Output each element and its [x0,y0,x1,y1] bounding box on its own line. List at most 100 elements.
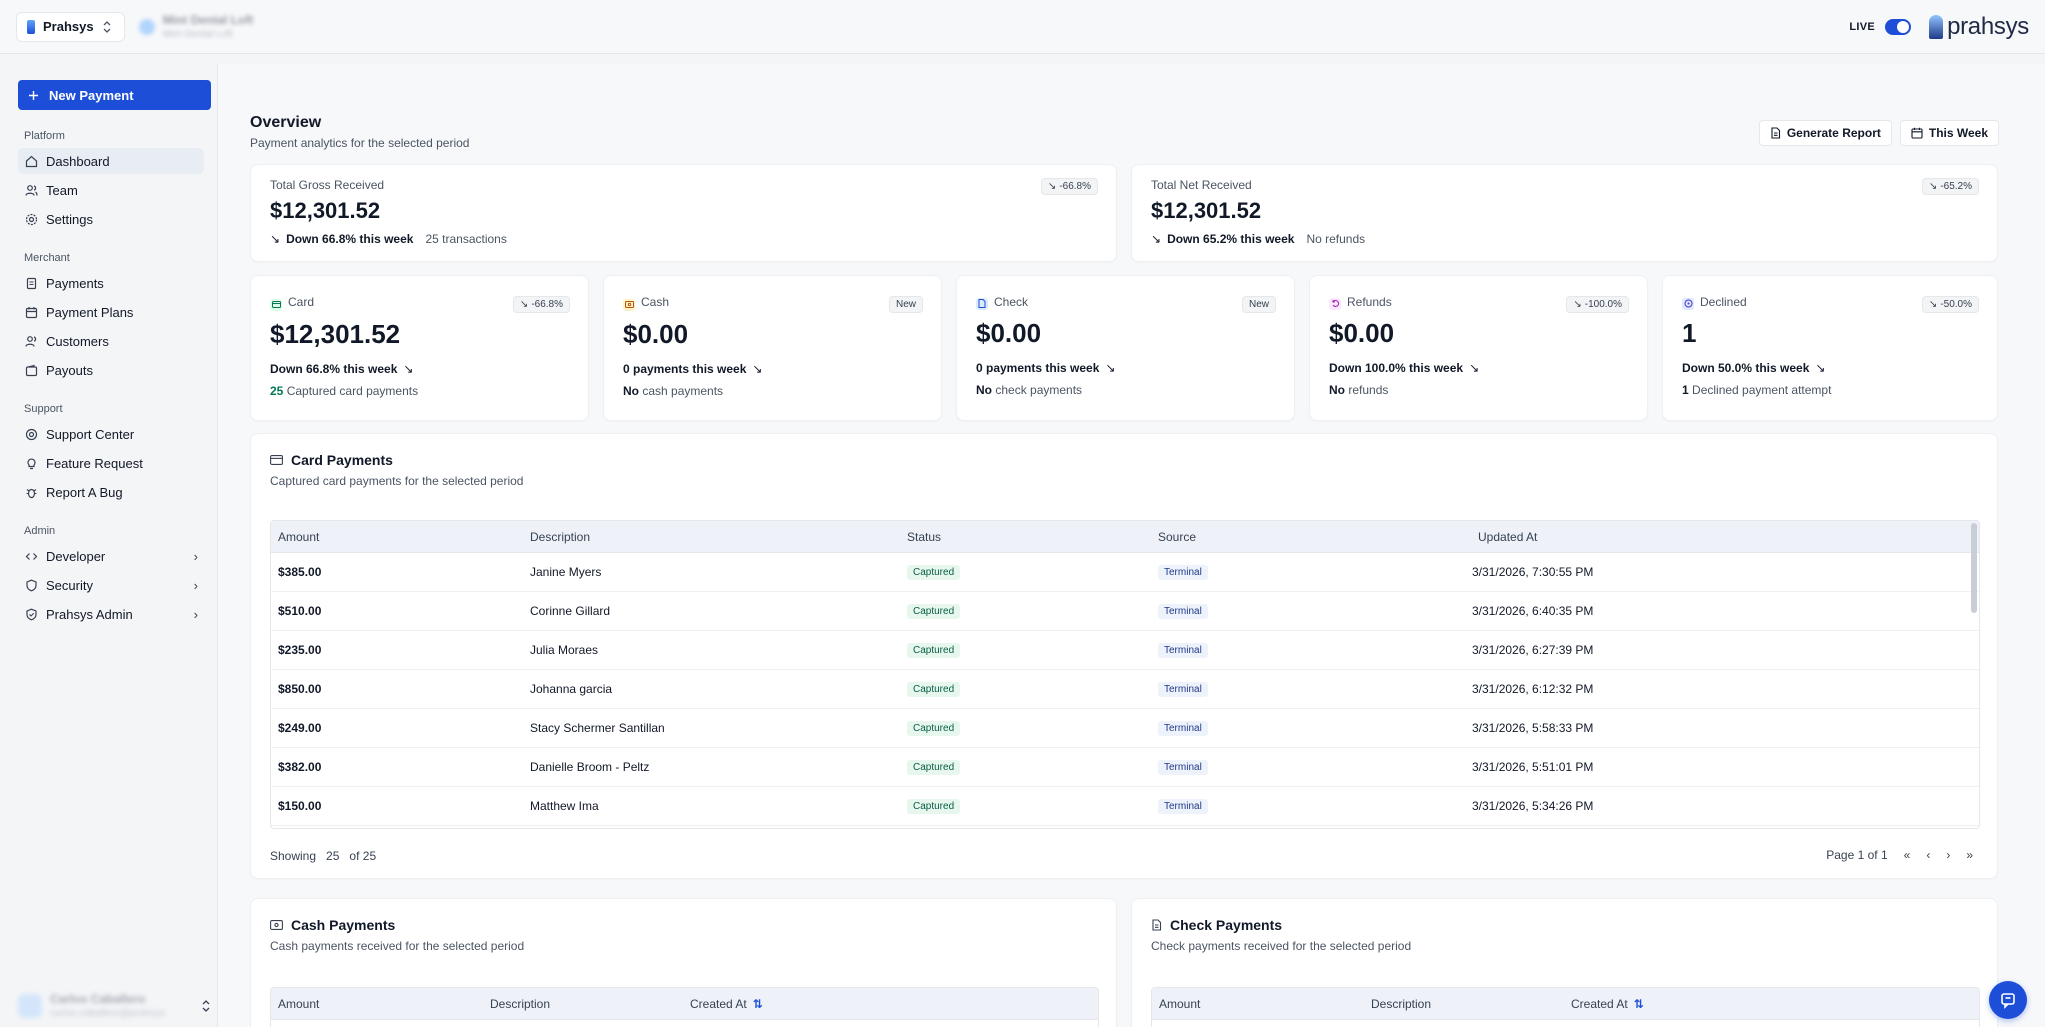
chat-button[interactable] [1989,981,2027,1019]
trend-down-icon: ↘ [1928,299,1938,310]
credit-card-icon [270,455,283,465]
stat-value: $0.00 [623,318,689,349]
home-icon [24,154,38,168]
next-page-button[interactable]: › [1946,848,1950,862]
table-row[interactable]: $249.00 Stacy Schermer Santillan Capture… [271,709,1979,748]
location-switcher[interactable]: Mint Dental Loft Mint Dental Loft [138,13,254,40]
source-badge: Terminal [1158,682,1208,697]
stat-note: Declined payment attempt [1692,382,1832,397]
credit-card-icon [270,298,282,311]
sidebar-item-payment-plans[interactable]: Payment Plans [18,299,204,325]
calendar-icon [24,305,38,319]
first-page-button[interactable]: « [1904,848,1911,862]
stat-label: Declined [1700,295,1747,309]
sidebar-item-developer[interactable]: Developer › [18,543,204,569]
sidebar-item-label: Dashboard [46,153,110,169]
showing-prefix: Showing [270,849,317,863]
column-amount[interactable]: Amount [1152,997,1364,1011]
cash-payments-table: Amount Description Created At ⇅ [270,987,1099,1027]
column-description[interactable]: Description [523,530,900,544]
stat-count: 25 [270,383,284,398]
column-status[interactable]: Status [900,530,1151,544]
user-menu[interactable]: Carlos Caballero carlos.caballero@prahsy… [18,992,211,1019]
last-page-button[interactable]: » [1966,848,1973,862]
new-payment-button[interactable]: New Payment [18,80,211,110]
stat-note-strong: No [1329,382,1345,397]
stat-value: $12,301.52 [1151,198,1262,223]
sidebar-item-feature-request[interactable]: Feature Request [18,450,204,476]
brand-text: prahsys [1947,12,2029,40]
sidebar-item-customers[interactable]: Customers [18,328,204,354]
sort-icon[interactable]: ⇅ [1634,997,1644,1011]
total-net-card: Total Net Received $12,301.52 ↘ -65.2% ↘ … [1131,164,1998,262]
page-label: Page 1 of 1 [1826,848,1888,862]
table-row[interactable]: $510.00 Corinne Gillard Captured Termina… [271,592,1979,631]
sidebar-item-team[interactable]: Team [18,177,204,203]
sidebar-item-label: Payment Plans [46,304,134,320]
location-name: Mint Dental Loft [162,13,254,27]
column-amount[interactable]: Amount [271,530,523,544]
card-payments-table: Amount Description Status Source Updated… [270,520,1980,829]
code-icon [24,549,38,563]
stat-label: Cash [641,295,670,309]
column-source[interactable]: Source [1151,530,1471,544]
table-row[interactable]: $235.00 Julia Moraes Captured Terminal 3… [271,631,1979,670]
source-badge: Terminal [1158,565,1208,580]
change-value: -100.0% [1584,299,1622,310]
prev-page-button[interactable]: ‹ [1926,848,1930,862]
trend-down-icon: ↘ [1105,360,1116,375]
stat-label: Check [994,295,1029,309]
source-badge: Terminal [1158,721,1208,736]
org-switcher[interactable]: Prahsys [16,11,125,42]
column-created-at[interactable]: Created At ⇅ [1564,997,1764,1011]
stat-note: Captured card payments [286,383,419,398]
sort-icon[interactable]: ⇅ [753,997,763,1011]
shield-check-icon [24,607,38,621]
period-label: This Week [1928,126,1988,140]
badge-text: New [1248,299,1269,310]
table-row[interactable]: $150.00 Matthew Ima Captured Terminal 3/… [271,787,1979,826]
column-description[interactable]: Description [483,997,683,1011]
plus-icon [29,90,38,100]
sidebar-item-report-bug[interactable]: Report A Bug [18,479,204,505]
sidebar-item-payments[interactable]: Payments [18,270,204,296]
sidebar-item-dashboard[interactable]: Dashboard [18,148,204,174]
users-icon [24,183,38,197]
column-label: Created At [1571,996,1628,1011]
live-toggle[interactable] [1885,18,1912,35]
sidebar-item-settings[interactable]: Settings [18,206,204,232]
cash-stat-card: Cash $0.00 New 0 payments this week ↘ No … [603,275,942,421]
column-updated-at[interactable]: Updated At [1471,530,1771,544]
sidebar-item-security[interactable]: Security › [18,572,204,598]
updated-cell: 3/31/2026, 6:40:35 PM [1472,604,1594,618]
sidebar-item-label: Settings [46,211,93,227]
stat-note: cash payments [642,383,724,398]
sidebar-item-prahsys-admin[interactable]: Prahsys Admin › [18,601,204,627]
column-description[interactable]: Description [1364,997,1564,1011]
shield-icon [24,578,38,592]
card-stat-card: Card $12,301.52 ↘ -66.8% Down 66.8% this … [250,275,589,421]
section-support: Support [24,403,63,415]
users-icon [24,334,38,348]
table-row[interactable]: $385.00 Janine Myers Captured Terminal 3… [271,553,1979,592]
change-value: -50.0% [1940,299,1972,310]
sidebar-item-support-center[interactable]: Support Center [18,421,204,447]
trend-text: 0 payments this week [976,360,1100,375]
table-scrollbar[interactable] [1971,523,1977,613]
gear-icon [24,212,38,226]
period-select[interactable]: This Week [1899,120,1999,146]
calendar-icon [1911,127,1923,139]
description-cell: Stacy Schermer Santillan [530,721,665,735]
sidebar-item-payouts[interactable]: Payouts [18,357,204,383]
source-badge: Terminal [1158,643,1208,658]
column-amount[interactable]: Amount [271,997,483,1011]
table-row[interactable]: $850.00 Johanna garcia Captured Terminal… [271,670,1979,709]
description-cell: Julia Moraes [530,643,599,657]
sidebar-item-label: Developer [46,548,106,564]
user-email: carlos.caballero@prahsys [50,1008,166,1019]
column-created-at[interactable]: Created At ⇅ [683,997,883,1011]
table-body: $385.00 Janine Myers Captured Terminal 3… [271,553,1979,826]
generate-report-button[interactable]: Generate Report [1758,120,1892,146]
section-subtitle: Cash payments received for the selected … [270,939,525,953]
table-row[interactable]: $382.00 Danielle Broom - Peltz Captured … [271,748,1979,787]
